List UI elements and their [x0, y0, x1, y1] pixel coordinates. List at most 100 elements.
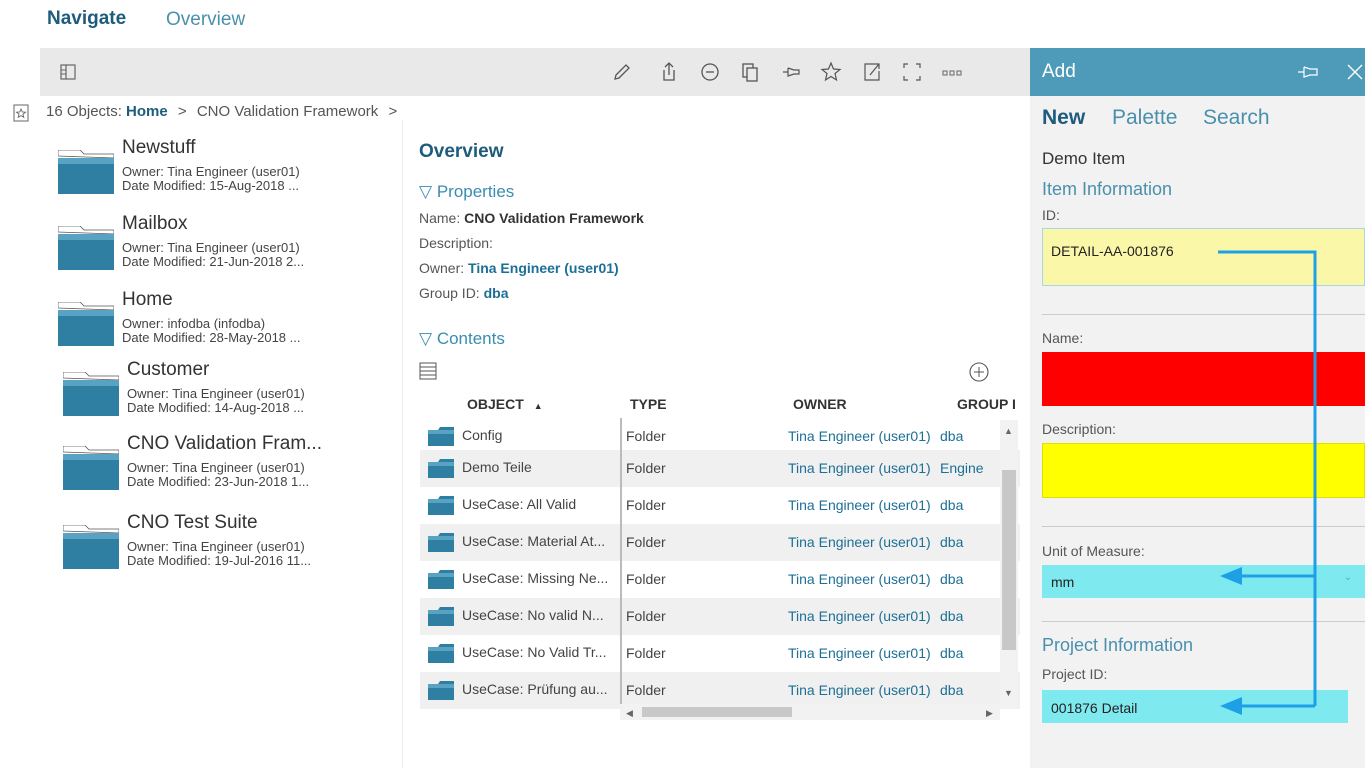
- object-count: 16 Objects:: [46, 103, 122, 120]
- scroll-down-icon[interactable]: ▼: [1004, 688, 1013, 698]
- tile-newstuff[interactable]: Newstuff Owner: Tina Engineer (user01) D…: [58, 137, 398, 212]
- share-icon[interactable]: [655, 58, 683, 86]
- mapping-arrows: [1218, 250, 1317, 715]
- tab-search[interactable]: Search: [1203, 106, 1270, 130]
- cell-owner[interactable]: Tina Engineer (user01): [788, 645, 931, 661]
- column-header-type[interactable]: TYPE: [630, 396, 667, 412]
- cell-type: Folder: [626, 428, 666, 444]
- properties-section-toggle[interactable]: ▽ Properties: [419, 182, 514, 202]
- collapse-icon: ▽: [419, 182, 433, 201]
- add-panel-header: [1030, 48, 1365, 96]
- tile-date: Date Modified: 14-Aug-2018 ...: [127, 400, 305, 415]
- add-panel-title: Add: [1042, 61, 1076, 82]
- table-row[interactable]: UseCase: No Valid Tr... Folder Tina Engi…: [420, 635, 1020, 672]
- contents-section-toggle[interactable]: ▽ Contents: [419, 329, 505, 349]
- cell-owner[interactable]: Tina Engineer (user01): [788, 497, 931, 513]
- fullscreen-icon[interactable]: [898, 58, 926, 86]
- breadcrumb-separator[interactable]: >: [388, 103, 397, 120]
- cell-object[interactable]: Config: [462, 427, 502, 443]
- cell-group[interactable]: dba: [940, 645, 1002, 661]
- edit-icon[interactable]: [607, 58, 635, 86]
- cell-object[interactable]: UseCase: Prüfung au...: [462, 681, 608, 697]
- folder-icon: [428, 607, 454, 626]
- more-icon[interactable]: [938, 58, 966, 86]
- folder-icon: [63, 372, 119, 416]
- scroll-up-icon[interactable]: ▲: [1004, 426, 1013, 436]
- breadcrumb-current[interactable]: CNO Validation Framework: [197, 103, 378, 120]
- folder-icon: [63, 525, 119, 569]
- cell-object[interactable]: UseCase: No Valid Tr...: [462, 644, 606, 660]
- cell-owner[interactable]: Tina Engineer (user01): [788, 608, 931, 624]
- column-header-object[interactable]: OBJECT ▲: [467, 396, 543, 412]
- sort-ascending-icon: ▲: [533, 401, 543, 411]
- cell-owner[interactable]: Tina Engineer (user01): [788, 571, 931, 587]
- cell-group[interactable]: dba: [940, 428, 1002, 444]
- tile-customer[interactable]: Customer Owner: Tina Engineer (user01) D…: [63, 359, 403, 434]
- pin-icon[interactable]: [1294, 60, 1322, 89]
- tile-owner: Owner: Tina Engineer (user01): [127, 386, 305, 401]
- table-row[interactable]: UseCase: All Valid Folder Tina Engineer …: [420, 487, 1020, 524]
- cell-owner[interactable]: Tina Engineer (user01): [788, 460, 931, 476]
- cell-owner[interactable]: Tina Engineer (user01): [788, 682, 931, 698]
- tile-owner: Owner: Tina Engineer (user01): [127, 539, 305, 554]
- cell-group[interactable]: dba: [940, 608, 1002, 624]
- folder-icon: [58, 150, 114, 194]
- overview-location-link[interactable]: Overview: [166, 9, 245, 31]
- tab-new[interactable]: New: [1042, 106, 1085, 130]
- cell-group[interactable]: dba: [940, 534, 1002, 550]
- tile-home[interactable]: Home Owner: infodba (infodba) Date Modif…: [58, 289, 398, 364]
- cell-type: Folder: [626, 460, 666, 476]
- add-icon[interactable]: [967, 360, 991, 384]
- folder-icon: [428, 427, 454, 446]
- open-icon[interactable]: [857, 58, 885, 86]
- prop-name-label: Name:: [419, 210, 461, 226]
- folder-icon: [428, 459, 454, 478]
- folder-icon: [428, 496, 454, 515]
- cell-object[interactable]: UseCase: All Valid: [462, 496, 576, 512]
- column-resize-handle[interactable]: [620, 418, 622, 708]
- tab-palette[interactable]: Palette: [1112, 106, 1177, 130]
- star-icon[interactable]: [817, 58, 845, 86]
- list-icon[interactable]: [419, 362, 437, 380]
- cell-group[interactable]: dba: [940, 571, 1002, 587]
- table-row[interactable]: UseCase: Missing Ne... Folder Tina Engin…: [420, 561, 1020, 598]
- folder-icon: [63, 446, 119, 490]
- table-row[interactable]: UseCase: No valid N... Folder Tina Engin…: [420, 598, 1020, 635]
- tile-mailbox[interactable]: Mailbox Owner: Tina Engineer (user01) Da…: [58, 213, 398, 288]
- column-header-owner[interactable]: OWNER: [793, 396, 847, 412]
- column-header-group[interactable]: GROUP I: [957, 396, 1019, 412]
- tile-name: CNO Test Suite: [127, 512, 258, 533]
- scroll-right-icon[interactable]: ▶: [986, 708, 993, 719]
- prop-owner-link[interactable]: Tina Engineer (user01): [468, 260, 619, 276]
- breadcrumb-home[interactable]: Home: [126, 103, 168, 120]
- cell-owner[interactable]: Tina Engineer (user01): [788, 534, 931, 550]
- breadcrumb: 16 Objects: Home > CNO Validation Framew…: [46, 103, 397, 120]
- table-row[interactable]: UseCase: Material At... Folder Tina Engi…: [420, 524, 1020, 561]
- folder-icon: [428, 681, 454, 700]
- close-icon[interactable]: [1345, 62, 1365, 87]
- cell-group[interactable]: Engine: [940, 460, 1002, 476]
- cell-object[interactable]: Demo Teile: [462, 459, 532, 475]
- vertical-scrollbar-thumb[interactable]: [1002, 470, 1016, 650]
- panel-toggle-icon[interactable]: [54, 58, 82, 86]
- cell-group[interactable]: dba: [940, 682, 1002, 698]
- contents-heading: Contents: [436, 329, 505, 348]
- pin-icon[interactable]: [777, 58, 805, 86]
- cell-object[interactable]: UseCase: Material At...: [462, 533, 605, 549]
- contents-table: Config Folder Tina Engineer (user01) dba…: [420, 418, 1020, 710]
- minus-icon[interactable]: [696, 58, 724, 86]
- cell-owner[interactable]: Tina Engineer (user01): [788, 428, 931, 444]
- tile-cno-validation-framework[interactable]: CNO Validation Fram... Owner: Tina Engin…: [63, 433, 403, 508]
- prop-group-link[interactable]: dba: [484, 285, 509, 301]
- horizontal-scrollbar-thumb[interactable]: [642, 707, 792, 717]
- cell-object[interactable]: UseCase: Missing Ne...: [462, 570, 608, 586]
- scroll-left-icon[interactable]: ◀: [626, 708, 633, 719]
- cell-group[interactable]: dba: [940, 497, 1002, 513]
- folder-icon: [58, 226, 114, 270]
- cell-object[interactable]: UseCase: No valid N...: [462, 607, 604, 623]
- table-row[interactable]: Demo Teile Folder Tina Engineer (user01)…: [420, 450, 1020, 487]
- copy-icon[interactable]: [736, 58, 764, 86]
- item-type[interactable]: Demo Item: [1042, 149, 1125, 169]
- tile-cno-test-suite[interactable]: CNO Test Suite Owner: Tina Engineer (use…: [63, 512, 403, 587]
- favorites-icon[interactable]: [10, 102, 32, 124]
